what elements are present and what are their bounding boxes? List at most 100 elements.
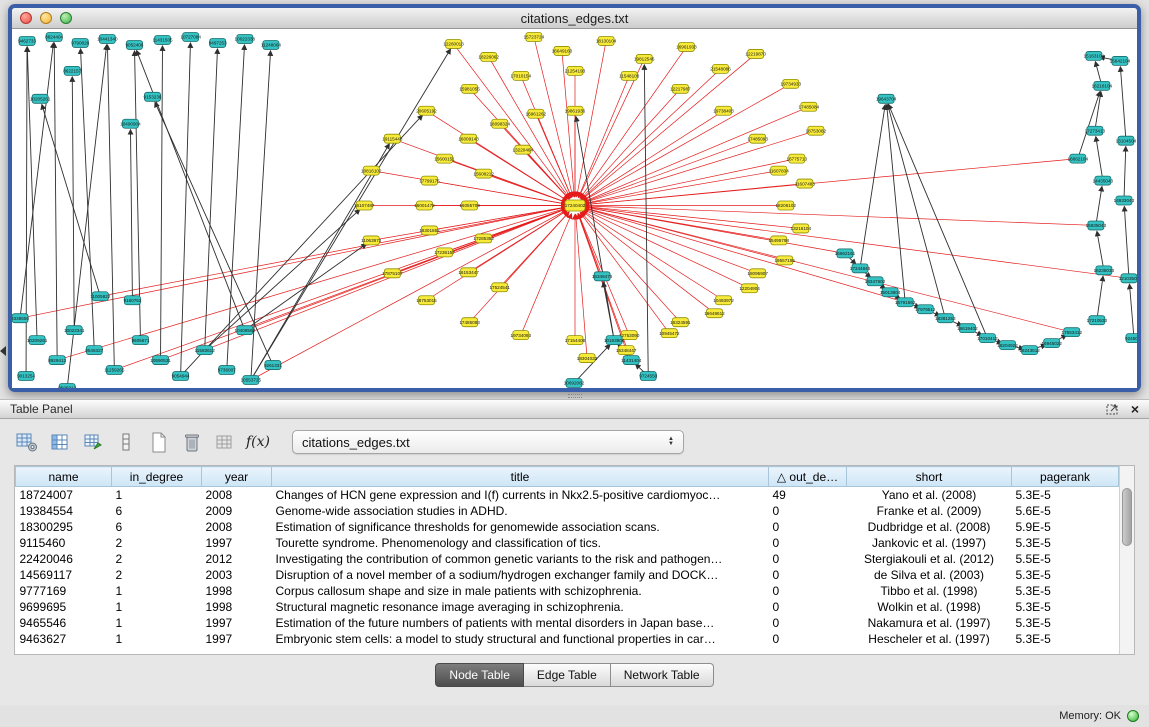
network-edge[interactable] <box>536 114 572 197</box>
table-vertical-scrollbar[interactable] <box>1119 466 1134 654</box>
table-cell[interactable]: Embryonic stem cells: a model to study s… <box>272 631 769 647</box>
network-node[interactable]: 11248064 <box>261 40 282 49</box>
network-node[interactable]: 10408562 <box>235 326 256 335</box>
network-node[interactable]: 9605671 <box>131 336 149 345</box>
table-cell[interactable]: 5.3E-5 <box>1012 567 1119 583</box>
table-row[interactable]: 2242004622012Investigating the contribut… <box>16 551 1119 567</box>
network-node[interactable]: 17979512 <box>915 305 936 314</box>
network-node[interactable]: 16009143 <box>458 134 479 143</box>
network-edge[interactable] <box>584 159 1078 205</box>
network-node[interactable]: 10490904 <box>120 119 141 128</box>
network-edge[interactable] <box>582 69 721 199</box>
network-node[interactable]: 18347602 <box>865 277 886 286</box>
network-node[interactable]: 17485093 <box>747 134 768 143</box>
table-cell[interactable]: Tourette syndrome. Phenomenology and cla… <box>272 535 769 551</box>
network-edge[interactable] <box>181 115 423 376</box>
table-cell[interactable]: 19384554 <box>16 503 112 519</box>
network-edge[interactable] <box>205 210 360 351</box>
network-node[interactable]: 9724550 <box>639 372 657 381</box>
network-hub-node[interactable]: 17240402 <box>565 200 586 211</box>
network-edge[interactable] <box>576 117 614 340</box>
network-node[interactable]: 17236157 <box>434 248 455 257</box>
network-node[interactable]: 9736007 <box>218 366 236 375</box>
table-cell[interactable]: 9465546 <box>16 615 112 631</box>
network-edge[interactable] <box>181 43 191 376</box>
network-graph[interactable]: 1820610215495798180959071049397216324591… <box>12 29 1137 388</box>
network-node[interactable]: 9013254 <box>17 372 35 381</box>
network-edge[interactable] <box>72 77 74 330</box>
network-node[interactable]: 17010154 <box>511 71 532 80</box>
table-cell[interactable]: Franke et al. (2009) <box>847 503 1012 519</box>
network-node[interactable]: 20605192 <box>416 106 437 115</box>
network-node[interactable]: 10816102 <box>361 166 382 175</box>
new-document-icon[interactable] <box>146 429 172 455</box>
network-node[interactable]: 19243512 <box>1019 346 1040 355</box>
network-node[interactable]: 19738403 <box>713 106 734 115</box>
table-cell[interactable]: 22420046 <box>16 551 112 567</box>
network-node[interactable]: 8929413 <box>48 356 66 365</box>
table-cell[interactable]: 0 <box>769 535 847 551</box>
network-node[interactable]: 18130104 <box>596 36 617 45</box>
column-header-in_degree[interactable]: in_degree <box>112 467 202 487</box>
table-cell[interactable]: 0 <box>769 583 847 599</box>
network-node[interactable]: 12219870 <box>745 49 766 58</box>
network-node[interactable]: 9338656 <box>12 314 29 323</box>
table-cell[interactable]: 5.3E-5 <box>1012 631 1119 647</box>
table-selector-dropdown[interactable]: citations_edges.txt ▲▼ <box>292 430 684 454</box>
network-node[interactable]: 10553725 <box>241 376 262 385</box>
table-row[interactable]: 1830029562008Estimation of significance … <box>16 519 1119 535</box>
table-row[interactable]: 1938455462009Genome-wide association stu… <box>16 503 1119 519</box>
network-node[interactable]: 19557195 <box>774 256 795 265</box>
table-mode-icon[interactable] <box>14 429 40 455</box>
table-cell[interactable]: 0 <box>769 567 847 583</box>
network-node[interactable]: 19734933 <box>781 79 802 88</box>
table-cell[interactable]: 2009 <box>202 503 272 519</box>
network-node[interactable]: 16619402 <box>957 324 978 333</box>
network-node[interactable]: 12204904 <box>739 284 760 293</box>
show-columns-icon[interactable] <box>47 429 73 455</box>
network-node[interactable]: 8622157 <box>63 66 81 75</box>
network-edge[interactable] <box>860 105 885 269</box>
table-cell[interactable]: Tibbo et al. (1998) <box>847 583 1012 599</box>
network-edge[interactable] <box>584 159 797 204</box>
network-node[interactable]: 17553412 <box>1062 328 1083 337</box>
network-node[interactable]: 15495798 <box>768 236 789 245</box>
network-node[interactable]: 16649160 <box>552 46 573 55</box>
network-node[interactable]: 10205261 <box>30 94 51 103</box>
network-node[interactable]: 19013904 <box>880 288 901 297</box>
network-node[interactable]: 10692082 <box>564 379 585 388</box>
network-node[interactable]: 11005822 <box>90 292 111 301</box>
network-node[interactable]: 9546327 <box>85 346 103 355</box>
network-node[interactable]: 9462733 <box>18 36 36 45</box>
network-edge[interactable] <box>577 41 606 197</box>
table-cell[interactable]: Genome-wide association studies in ADHD. <box>272 503 769 519</box>
network-edge[interactable] <box>583 107 809 202</box>
network-node[interactable]: 17524541 <box>489 283 510 292</box>
table-cell[interactable]: 5.3E-5 <box>1012 615 1119 631</box>
network-edge[interactable] <box>1078 92 1100 159</box>
table-cell[interactable]: 2012 <box>202 551 272 567</box>
network-edge[interactable] <box>429 207 566 230</box>
network-node[interactable]: 19115448 <box>382 134 403 143</box>
network-edge[interactable] <box>42 105 100 297</box>
table-cell[interactable]: 0 <box>769 615 847 631</box>
network-node[interactable]: 18381253 <box>935 314 956 323</box>
network-edge[interactable] <box>584 208 1072 332</box>
edit-columns-icon[interactable] <box>80 429 106 455</box>
network-node[interactable]: 15163104 <box>1084 51 1105 60</box>
table-cell[interactable]: 1997 <box>202 631 272 647</box>
network-node[interactable]: 13216104 <box>791 224 812 233</box>
column-header-short[interactable]: short <box>847 467 1012 487</box>
table-cell[interactable]: 0 <box>769 519 847 535</box>
network-node[interactable]: 21254193 <box>565 66 586 75</box>
table-cell[interactable]: 5.6E-5 <box>1012 503 1119 519</box>
network-node[interactable]: 11431404 <box>621 356 642 365</box>
network-node[interactable]: 11583612 <box>195 346 216 355</box>
network-edge[interactable] <box>583 111 724 201</box>
network-node[interactable]: 19643704 <box>876 94 897 103</box>
network-edge[interactable] <box>26 47 27 376</box>
network-node[interactable]: 18301862 <box>419 226 440 235</box>
table-cell[interactable]: 1 <box>112 487 202 503</box>
network-window-titlebar[interactable]: citations_edges.txt <box>12 8 1137 29</box>
table-cell[interactable]: 1 <box>112 583 202 599</box>
